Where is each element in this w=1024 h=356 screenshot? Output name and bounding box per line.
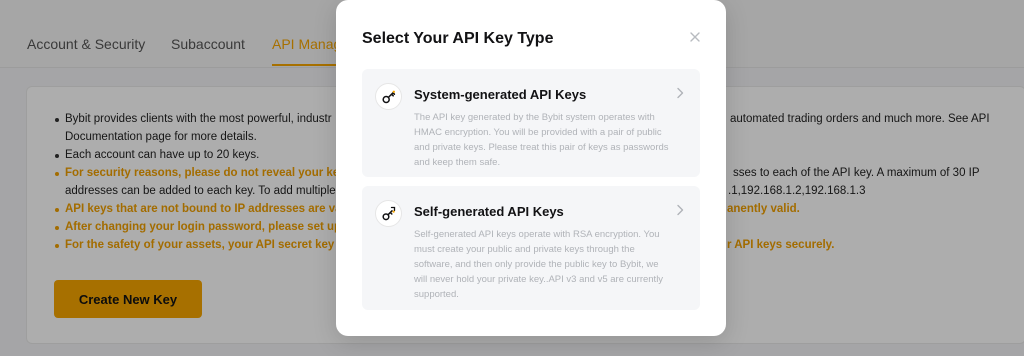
option-description: Self-generated API keys operate with RSA…	[414, 229, 664, 300]
chevron-right-icon	[677, 87, 684, 99]
api-key-type-dialog: Select Your API Key Type System-generate…	[336, 0, 726, 336]
option-title: Self-generated API Keys	[414, 204, 564, 219]
self-key-icon	[375, 200, 402, 227]
self-generated-option[interactable]: Self-generated API Keys Self-generated A…	[362, 186, 700, 310]
chevron-right-icon	[677, 204, 684, 216]
key-icon	[375, 83, 402, 110]
option-title: System-generated API Keys	[414, 87, 587, 102]
option-description: The API key generated by the Bybit syste…	[414, 112, 669, 168]
close-icon[interactable]	[688, 30, 702, 44]
system-generated-option[interactable]: System-generated API Keys The API key ge…	[362, 69, 700, 177]
dialog-title: Select Your API Key Type	[362, 30, 554, 47]
